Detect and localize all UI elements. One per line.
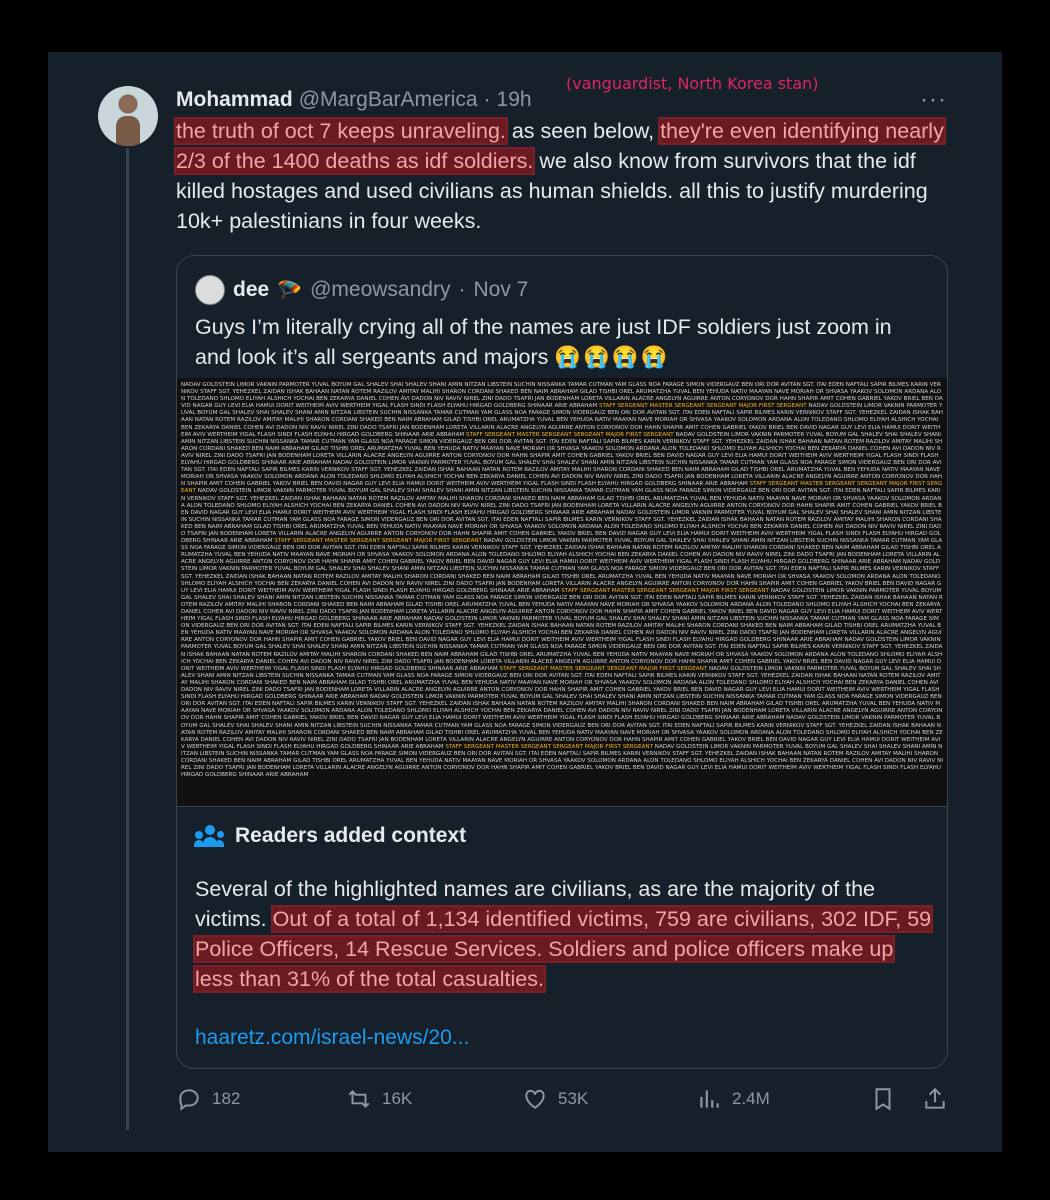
tweet-header: Mohammad @MargBarAmerica · 19h — [176, 86, 532, 114]
avatar-figure — [116, 116, 140, 146]
quoted-author-handle[interactable]: @meowsandry — [310, 278, 450, 302]
context-divider — [177, 806, 947, 807]
quoted-tweet[interactable]: dee 🪂 @meowsandry · Nov 7 Guys I’m liter… — [176, 255, 948, 1069]
author-annotation: (vanguardist, North Korea stan) — [566, 74, 819, 93]
highlighted-ranks-repeat-5: STAFF SERGEANT MASTER SERGEANT SERGEANT … — [499, 665, 708, 672]
more-options-icon[interactable]: ··· — [920, 86, 947, 114]
parachute-icon: 🪂 — [277, 279, 303, 302]
quoted-text: Guys I’m literally crying all of the nam… — [195, 312, 925, 372]
names-list-text: NADAV GOLDSTEIN LIMOR VAKNIN PARMOTER YU… — [181, 382, 943, 802]
like-button[interactable]: 53K — [522, 1086, 588, 1112]
tweet-time[interactable]: 19h — [497, 88, 532, 112]
reply-button[interactable]: 182 — [176, 1086, 240, 1112]
highlighted-ranks-repeat-4: STAFF SERGEANT MASTER SERGEANT SERGEANT … — [561, 587, 769, 594]
separator-dot: · — [458, 278, 466, 301]
highlighted-ranks-repeat: STAFF SERGEANT MASTER SERGEANT SERGEANT … — [466, 431, 674, 438]
highlighted-ranks-repeat-6: STAFF SERGEANT MASTER SERGEANT SERGEANT … — [445, 743, 653, 750]
quoted-date[interactable]: Nov 7 — [473, 278, 528, 302]
bookmark-icon — [875, 1088, 891, 1111]
reply-icon — [179, 1089, 199, 1111]
separator-dot: · — [483, 88, 491, 111]
readers-context-title: Readers added context — [235, 824, 467, 847]
repost-button[interactable]: 16K — [346, 1086, 412, 1112]
names-list-image[interactable]: NADAV GOLDSTEIN LIMOR VAKNIN PARMOTER YU… — [177, 378, 947, 806]
action-bar: 182 16K 53K 2.4M — [176, 1086, 952, 1118]
context-text-highlight: Out of a total of 1,134 identified victi… — [192, 905, 934, 993]
quoted-author-name[interactable]: dee — [233, 278, 269, 302]
quoted-avatar[interactable] — [195, 275, 225, 305]
heart-icon — [525, 1089, 545, 1109]
crying-emoji-icons: 😭😭😭😭 — [554, 345, 670, 369]
thread-line — [126, 148, 129, 1130]
repost-count: 16K — [382, 1089, 413, 1108]
highlighted-ranks-repeat-3: STAFF SERGEANT MASTER SERGEANT SERGEANT … — [274, 538, 482, 545]
quoted-header: dee 🪂 @meowsandry · Nov 7 — [195, 274, 528, 306]
context-text: Several of the highlighted names are civ… — [192, 874, 935, 994]
quoted-text-body: Guys I’m literally crying all of the nam… — [195, 315, 892, 369]
reply-count: 182 — [212, 1089, 241, 1108]
like-count: 53K — [558, 1089, 589, 1108]
highlighted-ranks: STAFF SERGEANT MASTER SERGEANT SERGEANT … — [598, 403, 807, 410]
people-icon — [194, 825, 224, 847]
tweet-highlight-1: the truth of oct 7 keeps unraveling. — [174, 117, 508, 145]
tweet-segment-2: as seen below, — [505, 119, 661, 143]
views-icon — [700, 1090, 719, 1108]
avatar[interactable] — [98, 86, 158, 146]
bookmark-button[interactable] — [870, 1086, 896, 1112]
author-handle[interactable]: @MargBarAmerica — [299, 88, 478, 112]
tweet-text: the truth of oct 7 keeps unraveling. as … — [174, 116, 966, 236]
repost-icon — [348, 1090, 370, 1108]
share-button[interactable] — [922, 1086, 948, 1112]
context-source-link[interactable]: haaretz.com/israel-news/20... — [195, 1026, 469, 1050]
view-count: 2.4M — [732, 1089, 770, 1108]
author-name[interactable]: Mohammad — [176, 88, 293, 112]
views-button[interactable]: 2.4M — [696, 1086, 770, 1112]
share-icon — [925, 1087, 945, 1109]
readers-context-header: Readers added context — [194, 824, 467, 848]
